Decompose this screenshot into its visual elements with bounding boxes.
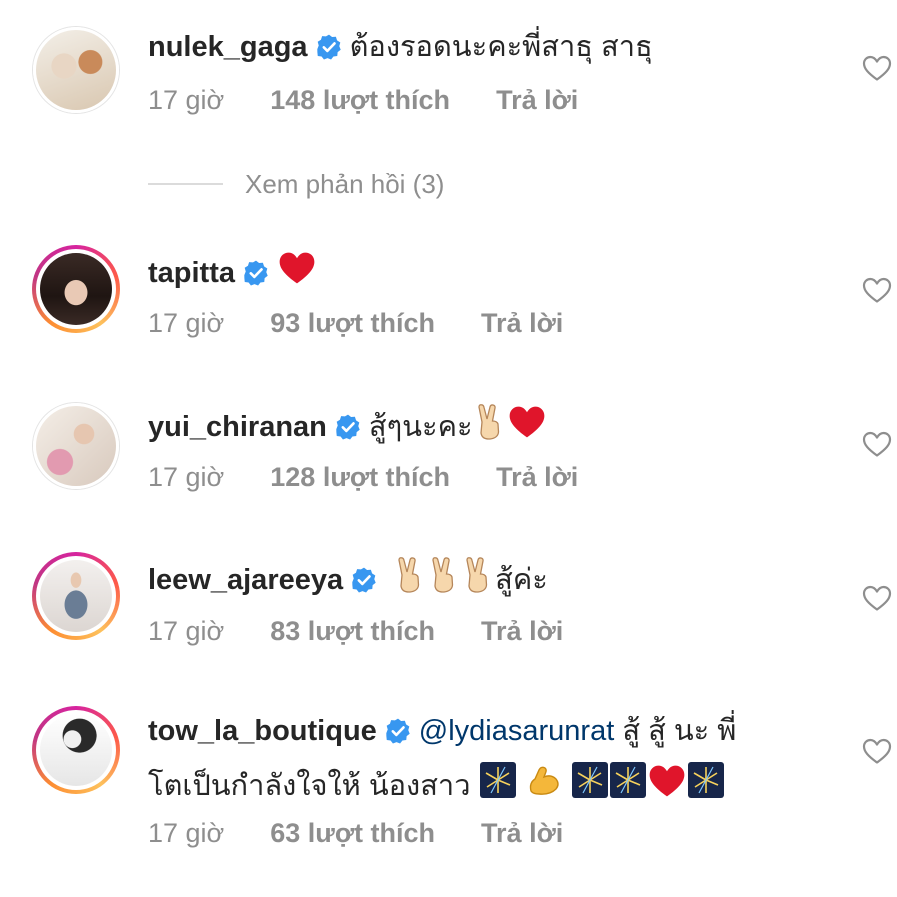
like-heart-icon[interactable]: [862, 430, 892, 458]
comment-text: yui_chiranan สู้ๆนะคะ: [148, 404, 547, 447]
comment-body: ต้องรอดนะคะพี่สาธุ สาธุ: [349, 31, 653, 63]
timestamp: 17 giờ: [148, 462, 225, 492]
comment-meta: 17 giờ 128 lượt thích Trả lời: [148, 459, 578, 495]
comment-body-line-2: โตเป็นกำลังใจให้ น้องสาว: [148, 770, 471, 802]
comment-meta: 17 giờ 83 lượt thích Trả lời: [148, 613, 563, 649]
fireworks-icon: [609, 762, 646, 798]
username[interactable]: tapitta: [148, 257, 235, 289]
avatar[interactable]: [32, 706, 120, 794]
verified-badge-icon: [316, 34, 341, 60]
red-heart-icon: [509, 406, 544, 438]
avatar[interactable]: [32, 402, 120, 490]
reply-button[interactable]: Trả lời: [481, 815, 563, 851]
likes-count[interactable]: 63 lượt thích: [270, 815, 435, 851]
like-heart-icon[interactable]: [862, 737, 892, 765]
fireworks-icon: [479, 762, 516, 798]
mention-link[interactable]: @lydiasarunrat: [419, 715, 614, 747]
victory-hand-icon: [477, 404, 499, 440]
red-heart-icon: [279, 252, 315, 284]
victory-hand-icon: [398, 557, 420, 593]
verified-badge-icon: [336, 414, 360, 440]
username[interactable]: yui_chiranan: [148, 411, 327, 443]
comment-meta: 17 giờ 63 lượt thích Trả lời: [148, 815, 563, 851]
timestamp: 17 giờ: [148, 308, 225, 338]
likes-count[interactable]: 93 lượt thích: [270, 305, 435, 341]
view-replies-label: Xem phản hồi (3): [245, 169, 445, 199]
verified-badge-icon: [244, 260, 268, 286]
reply-button[interactable]: Trả lời: [481, 305, 563, 341]
username[interactable]: leew_ajareeya: [148, 564, 343, 596]
victory-hand-icon: [466, 557, 488, 593]
comment-text: tapitta: [148, 250, 317, 293]
like-heart-icon[interactable]: [862, 276, 892, 304]
username[interactable]: nulek_gaga: [148, 31, 308, 63]
comment-body: สู้ๆนะคะ: [368, 411, 473, 443]
reply-button[interactable]: Trả lời: [496, 82, 578, 118]
comment-body: สู้ค่ะ: [495, 564, 548, 596]
divider: [148, 183, 223, 185]
like-heart-icon[interactable]: [862, 584, 892, 612]
timestamp: 17 giờ: [148, 616, 225, 646]
red-heart-icon: [649, 765, 685, 797]
comment-text-line-2: โตเป็นกำลังใจให้ น้องสาว: [148, 761, 725, 806]
comment-text: nulek_gaga ต้องรอดนะคะพี่สาธุ สาธุ: [148, 27, 653, 67]
fireworks-icon: [571, 762, 608, 798]
view-replies-button[interactable]: Xem phản hồi (3): [148, 168, 444, 200]
comment-text: tow_la_boutique @lydiasarunrat สู้ สู้ นะ…: [148, 711, 736, 751]
username[interactable]: tow_la_boutique: [148, 715, 377, 747]
likes-count[interactable]: 148 lượt thích: [270, 82, 450, 118]
comment-body: สู้ สู้ นะ พี่: [622, 715, 737, 747]
comment-meta: 17 giờ 148 lượt thích Trả lời: [148, 82, 578, 118]
flexed-biceps-icon: [529, 766, 559, 795]
likes-count[interactable]: 128 lượt thích: [270, 459, 450, 495]
like-heart-icon[interactable]: [862, 54, 892, 82]
likes-count[interactable]: 83 lượt thích: [270, 613, 435, 649]
timestamp: 17 giờ: [148, 85, 225, 115]
comment-meta: 17 giờ 93 lượt thích Trả lời: [148, 305, 563, 341]
verified-badge-icon: [352, 567, 376, 593]
reply-button[interactable]: Trả lời: [481, 613, 563, 649]
victory-hand-icon: [432, 557, 454, 593]
avatar[interactable]: [32, 26, 120, 114]
comment-text: leew_ajareeya สู้ค่ะ: [148, 557, 548, 600]
reply-button[interactable]: Trả lời: [496, 459, 578, 495]
verified-badge-icon: [386, 718, 410, 744]
avatar[interactable]: [32, 245, 120, 333]
timestamp: 17 giờ: [148, 818, 225, 848]
fireworks-icon: [687, 762, 724, 798]
avatar[interactable]: [32, 552, 120, 640]
